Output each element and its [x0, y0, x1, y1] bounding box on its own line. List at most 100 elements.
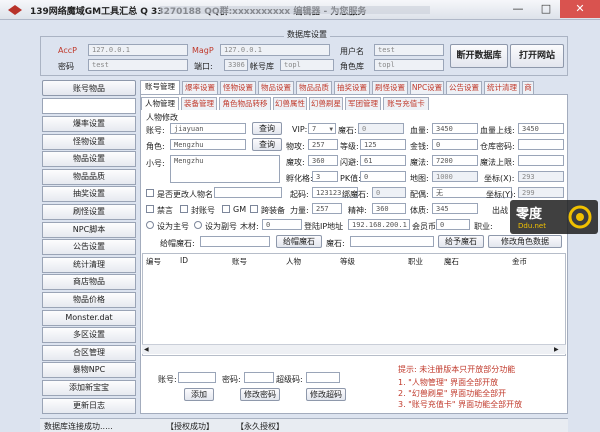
- body-input[interactable]: 345: [432, 203, 478, 214]
- rename-checkbox[interactable]: [146, 189, 154, 197]
- sidebar-item-5[interactable]: 刷怪设置: [42, 204, 136, 220]
- sidebar-item-6[interactable]: NPC脚本: [42, 221, 136, 238]
- sidebar-item-3[interactable]: 物品品质: [42, 168, 136, 185]
- subtab-3[interactable]: 幻兽属性: [273, 97, 307, 110]
- accp-input[interactable]: 127.0.0.1: [88, 44, 188, 56]
- close-button[interactable]: ✕: [560, 0, 600, 18]
- map-input[interactable]: 1000: [432, 171, 478, 182]
- subtab-0[interactable]: 人物管理: [141, 97, 179, 110]
- power-input[interactable]: 257: [312, 203, 342, 214]
- set-main-radio[interactable]: [146, 221, 154, 229]
- gold-input[interactable]: 0: [432, 139, 478, 150]
- db-password-input[interactable]: test: [88, 59, 188, 71]
- mp-max-input[interactable]: [518, 155, 564, 166]
- hatch-input[interactable]: 3: [312, 171, 338, 182]
- scroll-left-icon[interactable]: ◀: [144, 346, 149, 353]
- tab-0[interactable]: 账号管理: [140, 80, 180, 95]
- modify-password-button[interactable]: 修改密码: [240, 388, 280, 401]
- sidebar-item-13[interactable]: 合区管理: [42, 344, 136, 361]
- query-account-button[interactable]: 查询: [252, 122, 282, 135]
- sidebar-item-2[interactable]: 物品设置: [42, 151, 136, 168]
- member-coin-input[interactable]: 0: [436, 219, 470, 230]
- minimize-button[interactable]: —: [504, 0, 532, 18]
- tab-4[interactable]: 物品品质: [296, 81, 332, 94]
- sidebar-item-9[interactable]: 商店物品: [42, 274, 136, 291]
- set-sub-radio[interactable]: [194, 221, 202, 229]
- data-table[interactable]: [142, 253, 566, 356]
- vip-select[interactable]: 7 ▼: [308, 123, 336, 134]
- mp-input[interactable]: 7200: [432, 155, 478, 166]
- new-account-input[interactable]: [178, 372, 216, 383]
- wood-input[interactable]: 0: [262, 219, 302, 230]
- sidebar-header[interactable]: 账号物品: [42, 80, 136, 96]
- sidebar-item-12[interactable]: 多区设置: [42, 327, 136, 344]
- tab-8[interactable]: 公告设置: [446, 81, 482, 94]
- give-stone2-input[interactable]: [350, 236, 434, 247]
- table-header-1[interactable]: ID: [180, 256, 188, 266]
- login-ip-input[interactable]: 192.168.200.1: [348, 219, 410, 230]
- level-input[interactable]: 125: [360, 139, 406, 150]
- sidebar-item-11[interactable]: Monster.dat: [42, 309, 136, 326]
- modify-role-button[interactable]: 修改角色数据: [488, 235, 562, 248]
- maximize-button[interactable]: □: [532, 0, 560, 18]
- table-header-0[interactable]: 编号: [146, 256, 161, 266]
- sidebar-item-1[interactable]: 怪物设置: [42, 133, 136, 150]
- tab-3[interactable]: 物品设置: [258, 81, 294, 94]
- rename-input[interactable]: [214, 187, 282, 198]
- subtab-5[interactable]: 军团管理: [345, 97, 381, 110]
- magp-input[interactable]: 127.0.0.1: [220, 44, 330, 56]
- super-code-input[interactable]: [306, 372, 340, 383]
- tab-10[interactable]: 商: [522, 81, 534, 94]
- tab-9[interactable]: 统计清理: [484, 81, 520, 94]
- table-header-7[interactable]: 金币: [512, 256, 527, 266]
- hp-input[interactable]: 3450: [432, 123, 478, 134]
- sidebar-item-7[interactable]: 公告设置: [42, 239, 136, 256]
- char-role-input[interactable]: Mengzhu: [170, 139, 246, 150]
- nick-textarea[interactable]: Mengzhu: [170, 155, 280, 183]
- coord-x-input[interactable]: 293: [518, 171, 564, 182]
- spirit-input[interactable]: 360: [372, 203, 406, 214]
- sidebar-item-14[interactable]: 暴物NPC: [42, 362, 136, 379]
- table-header-2[interactable]: 账号: [232, 256, 247, 266]
- table-header-4[interactable]: 等级: [340, 256, 355, 266]
- subtab-2[interactable]: 角色物品转移: [219, 97, 271, 110]
- table-header-3[interactable]: 人物: [286, 256, 301, 266]
- char-account-input[interactable]: jiayuan: [170, 123, 246, 134]
- horizontal-scrollbar[interactable]: ◀ ▶: [142, 344, 566, 354]
- attack-input[interactable]: 257: [308, 139, 338, 150]
- subtab-4[interactable]: 幻兽刷星: [309, 97, 343, 110]
- tab-5[interactable]: 抽奖设置: [334, 81, 370, 94]
- ban-checkbox[interactable]: [146, 205, 154, 213]
- magic-stone-input[interactable]: 0: [358, 123, 404, 134]
- mattack-input[interactable]: 360: [308, 155, 338, 166]
- sidebar-item-8[interactable]: 统计清理: [42, 256, 136, 273]
- db-user-input[interactable]: test: [374, 44, 444, 56]
- gm-equip-checkbox[interactable]: [250, 205, 258, 213]
- sidebar-item-10[interactable]: 物品价格: [42, 292, 136, 308]
- port-input[interactable]: 3306: [224, 59, 248, 71]
- sidebar-item-15[interactable]: 添加新宝宝: [42, 380, 136, 396]
- sidebar-item-4[interactable]: 抽奖设置: [42, 186, 136, 203]
- scroll-right-icon[interactable]: ▶: [554, 346, 559, 353]
- tab-1[interactable]: 爆率设置: [182, 81, 218, 94]
- role-db-input[interactable]: topl: [374, 59, 444, 71]
- subtab-6[interactable]: 账号充值卡: [383, 97, 429, 110]
- sidebar-item-0[interactable]: 爆率设置: [42, 116, 136, 132]
- modify-super-button[interactable]: 修改超码: [306, 388, 346, 401]
- tab-7[interactable]: NPC设置: [410, 81, 444, 94]
- coord-y-input[interactable]: 299: [518, 187, 564, 198]
- add-account-button[interactable]: 添加: [184, 388, 214, 401]
- tab-6[interactable]: 刷怪设置: [372, 81, 408, 94]
- open-site-button[interactable]: 打开网站: [510, 44, 564, 68]
- wh-pwd-input[interactable]: [518, 139, 564, 150]
- seal-account-checkbox[interactable]: [180, 205, 188, 213]
- new-password-input[interactable]: [244, 372, 274, 383]
- table-header-6[interactable]: 魔石: [444, 256, 459, 266]
- disconnect-db-button[interactable]: 断开数据库: [450, 44, 508, 68]
- give-stone-input[interactable]: [200, 236, 270, 247]
- subtab-1[interactable]: 装备管理: [181, 97, 217, 110]
- account-db-input[interactable]: topl: [280, 59, 334, 71]
- hp-max-input[interactable]: 3450: [518, 123, 564, 134]
- lock-stone-input[interactable]: 0: [372, 187, 406, 198]
- pk-input[interactable]: 0: [360, 171, 406, 182]
